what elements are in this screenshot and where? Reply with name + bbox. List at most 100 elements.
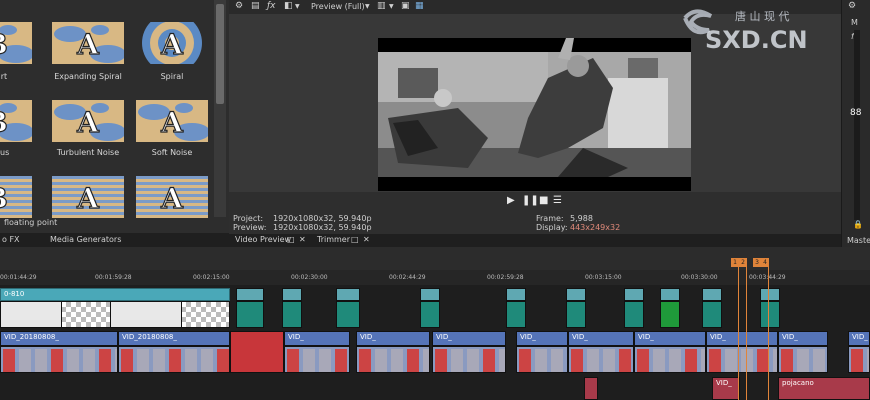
teal-clip[interactable] — [282, 288, 302, 301]
tab-video-preview[interactable]: Video Preview — [235, 235, 291, 244]
ruler-tick-label: 00:03:30:00 — [681, 274, 718, 281]
teal-clip[interactable] — [660, 288, 680, 301]
overlays-icon[interactable]: ▥ — [377, 1, 386, 11]
fx-icon[interactable]: ƒx — [267, 1, 276, 11]
video-clip-header[interactable]: VID_ — [634, 331, 706, 346]
copy-snapshot-icon[interactable]: ▣ — [401, 1, 410, 11]
video-clip-header[interactable]: VID_ — [778, 331, 828, 346]
fx-thumbnail[interactable]: B — [0, 176, 32, 218]
video-clip-thumbnails[interactable] — [516, 346, 568, 373]
video-clip-thumbnails[interactable] — [118, 346, 230, 373]
green-clip[interactable] — [660, 301, 680, 328]
video-clip-thumbnails[interactable] — [284, 346, 350, 373]
close-icon[interactable]: ✕ — [299, 235, 306, 244]
preview-info: Project: 1920x1080x32, 59.940p Preview: … — [229, 212, 841, 234]
fx-thumbnail[interactable]: A — [136, 100, 208, 142]
timeline-marker[interactable]: 3 — [753, 258, 761, 267]
chevron-down-icon[interactable]: ▼ — [389, 3, 394, 10]
fx-thumbnail[interactable]: B — [0, 100, 32, 142]
fx-thumbnail[interactable]: B — [0, 22, 32, 64]
gear-icon[interactable]: ⚙ — [235, 1, 243, 11]
video-clip-header[interactable]: VID_ — [568, 331, 634, 346]
clip-name: VID_20180808_ — [4, 333, 59, 341]
pause-icon[interactable]: ❚❚ — [522, 195, 539, 206]
timeline-tracks[interactable]: 0-810 VID_20180808_ VID_20180808_ VID_ VID_ V… — [0, 285, 870, 400]
teal-clip[interactable] — [760, 288, 780, 301]
video-clip-header[interactable]: VID_20180808_ — [118, 331, 230, 346]
video-clip-thumbnails[interactable] — [0, 346, 118, 373]
video-clip-header[interactable]: VID_ — [848, 331, 870, 346]
video-clip-thumbnails[interactable] — [778, 346, 828, 373]
audio-clip[interactable]: pojacano — [778, 377, 870, 400]
green-clip[interactable] — [282, 301, 302, 328]
green-clip[interactable] — [760, 301, 780, 328]
green-clip[interactable] — [236, 301, 264, 328]
tab-trimmer[interactable]: Trimmer — [317, 235, 350, 244]
svg-text:A: A — [160, 182, 184, 215]
split-screen-icon[interactable]: ◧ — [284, 1, 293, 11]
teal-clip[interactable] — [566, 288, 586, 301]
video-clip-thumbnails[interactable] — [634, 346, 706, 373]
video-track-clip[interactable]: 0-810 — [0, 288, 230, 301]
fx-thumbnail[interactable]: A — [136, 176, 208, 218]
play-icon[interactable]: ▶ — [507, 195, 515, 206]
restore-icon[interactable]: □ — [351, 235, 359, 244]
fx-thumbnail[interactable]: A — [52, 100, 124, 142]
green-clip[interactable] — [506, 301, 526, 328]
fx-thumbnail[interactable]: A — [136, 22, 208, 64]
video-clip-thumbnails[interactable] — [432, 346, 506, 373]
video-clip-header[interactable]: VID_20180808_ — [0, 331, 118, 346]
ruler-tick-label: 00:02:44:29 — [389, 274, 426, 281]
white-clip[interactable] — [0, 301, 62, 328]
video-clip-header[interactable]: VID_ — [284, 331, 350, 346]
clip-name: VID_ — [638, 333, 654, 341]
menu-icon[interactable]: ☰ — [553, 195, 562, 206]
preview-quality-dropdown[interactable]: Preview (Full) — [311, 2, 365, 11]
fx-thumbnail[interactable]: A — [52, 176, 124, 218]
svg-text:B: B — [0, 106, 8, 139]
audio-clip[interactable] — [584, 377, 598, 400]
svg-text:A: A — [76, 106, 100, 139]
green-clip[interactable] — [336, 301, 360, 328]
video-clip-header[interactable]: VID_ — [516, 331, 568, 346]
close-icon[interactable]: ✕ — [363, 235, 370, 244]
teal-clip[interactable] — [420, 288, 440, 301]
restore-icon[interactable]: □ — [287, 235, 295, 244]
video-clip-thumbnails[interactable] — [848, 346, 870, 373]
timeline-ruler[interactable]: 00:01:44:29 00:01:59:28 00:02:15:00 00:02:3… — [0, 270, 870, 285]
green-clip[interactable] — [566, 301, 586, 328]
teal-clip[interactable] — [506, 288, 526, 301]
save-snapshot-icon[interactable]: ▦ — [415, 1, 424, 11]
marker-line — [738, 258, 739, 400]
fx-thumbnail-label: Soft Noise — [151, 148, 193, 157]
chevron-down-icon[interactable]: ▼ — [295, 3, 300, 10]
copy-icon[interactable]: ▤ — [251, 1, 260, 11]
green-clip[interactable] — [420, 301, 440, 328]
gear-icon[interactable]: ⚙ — [848, 1, 856, 11]
video-clip-header[interactable]: VID_ — [356, 331, 430, 346]
tab-media-generators[interactable]: Media Generators — [50, 235, 121, 244]
clip-name: VID_ — [572, 333, 588, 341]
vegas-pro-window: B Heart A Expanding Spiral A Spiral Bbulous A Tu… — [0, 0, 870, 400]
tab-video-fx[interactable]: o FX — [2, 235, 20, 244]
teal-clip[interactable] — [624, 288, 644, 301]
white-clip[interactable] — [110, 301, 182, 328]
fx-thumbnail[interactable]: A — [52, 22, 124, 64]
green-clip[interactable] — [702, 301, 722, 328]
video-clip-thumbnails[interactable] — [568, 346, 634, 373]
teal-clip[interactable] — [702, 288, 722, 301]
teal-clip[interactable] — [336, 288, 360, 301]
green-clip[interactable] — [624, 301, 644, 328]
audio-clip[interactable]: VID_ — [712, 377, 740, 400]
ruler-tick-label: 00:02:15:00 — [193, 274, 230, 281]
stop-icon[interactable]: ■ — [539, 195, 548, 206]
fx-panel-scrollbar[interactable] — [214, 0, 226, 217]
video-clip-thumbnails[interactable] — [356, 346, 430, 373]
video-clip-header[interactable]: VID_ — [432, 331, 506, 346]
teal-clip[interactable] — [236, 288, 264, 301]
chevron-down-icon[interactable]: ▼ — [365, 3, 370, 10]
red-clip[interactable] — [230, 331, 284, 373]
lock-icon[interactable]: 🔒 — [853, 220, 863, 229]
watermark-logo: 唐 山 现 代 SXD.CN — [675, 4, 845, 54]
master-tab-label[interactable]: Maste — [847, 236, 870, 245]
